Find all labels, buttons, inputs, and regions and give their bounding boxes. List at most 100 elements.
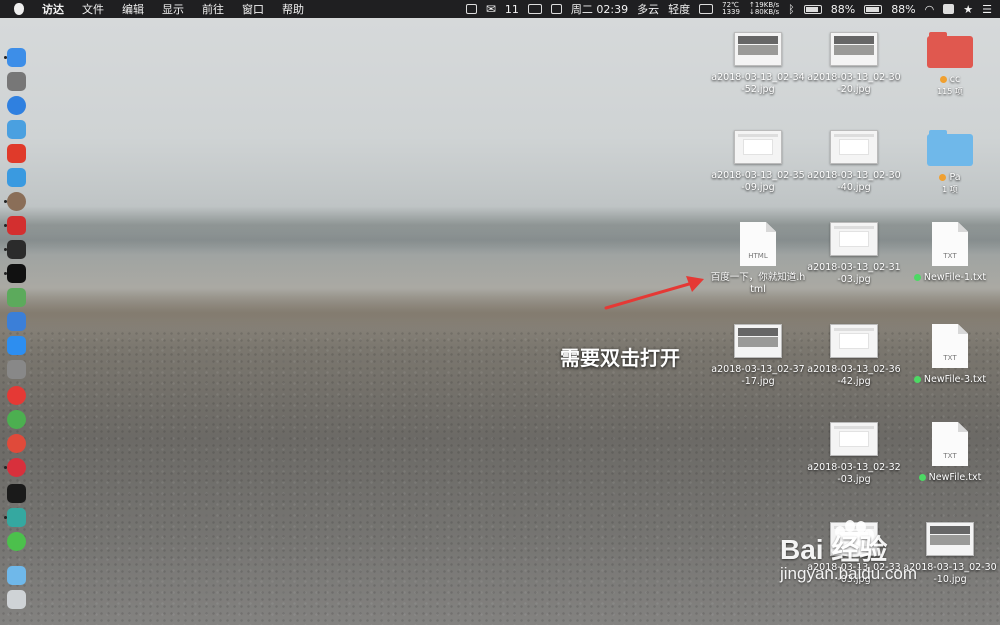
trash-icon[interactable] <box>7 590 26 609</box>
siri-icon[interactable] <box>7 312 26 331</box>
desktop-file-item[interactable]: a2018-03-13_02-30-40.jpg <box>806 130 902 194</box>
notification-center-icon[interactable]: ☰ <box>982 3 992 16</box>
weibo-icon[interactable] <box>7 434 26 453</box>
desktop-file-item[interactable]: TXT NewFile-1.txt <box>902 222 998 284</box>
activity-monitor-icon[interactable] <box>7 240 26 259</box>
clock[interactable]: 周二 02:39 <box>571 1 628 17</box>
image-thumbnail-icon <box>734 130 782 164</box>
display-icon[interactable] <box>527 4 542 14</box>
maps-icon[interactable] <box>7 288 26 307</box>
terminal-icon[interactable] <box>7 264 26 283</box>
desktop-file-item[interactable]: TXT NewFile.txt <box>902 422 998 484</box>
desktop-file-item[interactable]: a2018-03-13_02-36-42.jpg <box>806 324 902 388</box>
sensor-readout[interactable]: 72℃ 1339 <box>722 2 740 16</box>
wechat-icon[interactable] <box>7 532 26 551</box>
apple-menu-icon[interactable] <box>14 3 24 15</box>
air-quality[interactable]: 轻度 <box>668 1 690 17</box>
image-thumbnail-icon <box>830 222 878 256</box>
desktop-file-item[interactable]: a2018-03-13_02-34-52.jpg <box>710 32 806 96</box>
file-name-text: a2018-03-13_02-30-40.jpg <box>807 170 901 193</box>
bookmark-icon[interactable] <box>465 4 477 14</box>
menu-help[interactable]: 帮助 <box>282 1 304 17</box>
desktop-file-item[interactable]: a2018-03-13_02-35-09.jpg <box>710 130 806 194</box>
app-red-icon[interactable] <box>7 144 26 163</box>
file-name-text: a2018-03-13_02-36-42.jpg <box>807 364 901 387</box>
vivaldi-icon[interactable] <box>7 458 26 477</box>
app-menu[interactable]: 访达 <box>42 1 64 17</box>
wifi-icon[interactable]: ◠ <box>925 3 935 16</box>
desktop-file-item[interactable]: a2018-03-13_02-37-17.jpg <box>710 324 806 388</box>
menu-file[interactable]: 文件 <box>82 1 104 17</box>
file-extension: TXT <box>943 252 957 260</box>
migration-icon[interactable] <box>7 168 26 187</box>
file-name: a2018-03-13_02-35-09.jpg <box>710 170 806 194</box>
battery-icon[interactable] <box>803 4 822 14</box>
file-extension: TXT <box>943 354 957 362</box>
desktop-file-item[interactable]: a2018-03-13_02-30-20.jpg <box>806 32 902 96</box>
file-name: a2018-03-13_02-30-20.jpg <box>806 72 902 96</box>
net-down: ↓80KB/s <box>748 8 780 16</box>
file-name-text: a2018-03-13_02-32-03.jpg <box>807 462 901 485</box>
image-thumbnail-icon <box>830 324 878 358</box>
watermark-logo: Bai 经验 <box>780 534 888 565</box>
color-tag-icon <box>939 76 947 83</box>
folder-icon <box>927 130 973 166</box>
file-name: a2018-03-13_02-30-40.jpg <box>806 170 902 194</box>
file-name: Pa <box>902 172 998 184</box>
network-readout[interactable]: ↑19KB/s ↓80KB/s <box>749 2 779 16</box>
file-name: cc <box>902 74 998 86</box>
app-teal-icon[interactable] <box>7 508 26 527</box>
file-name-text: 百度一下，你就知道.html <box>710 272 806 295</box>
app-store-icon[interactable] <box>7 336 26 355</box>
baidu-watermark: Bai 经验 jingyan.baidu.com <box>780 528 980 584</box>
netease-music-icon[interactable] <box>7 216 26 235</box>
launchpad-icon[interactable] <box>7 72 26 91</box>
bluetooth-icon[interactable]: ᛒ <box>788 3 795 16</box>
wechat-count: 11 <box>504 2 519 16</box>
desktop-file-item[interactable]: TXT NewFile-3.txt <box>902 324 998 386</box>
desktop-file-item[interactable]: a2018-03-13_02-31-03.jpg <box>806 222 902 286</box>
file-name-text: a2018-03-13_02-37-17.jpg <box>711 364 805 387</box>
running-indicator <box>4 466 7 469</box>
safari-icon[interactable] <box>7 96 26 115</box>
file-name-text: Pa <box>949 172 961 183</box>
running-indicator <box>4 56 7 59</box>
system-prefs-icon[interactable] <box>7 360 26 379</box>
file-name: 百度一下，你就知道.html <box>710 272 806 296</box>
menu-go[interactable]: 前往 <box>202 1 224 17</box>
desktop-file-item[interactable]: cc 115 项 <box>902 32 998 97</box>
running-indicator <box>4 224 7 227</box>
menu-edit[interactable]: 编辑 <box>122 1 144 17</box>
watermark-url: jingyan.baidu.com <box>780 564 918 583</box>
file-extension: HTML <box>748 252 768 260</box>
star-icon[interactable]: ★ <box>963 3 973 16</box>
color-tag-icon <box>939 174 947 181</box>
chrome-icon[interactable] <box>7 410 26 429</box>
basketball-icon[interactable] <box>7 192 26 211</box>
iterm-icon[interactable] <box>7 484 26 503</box>
preview-icon[interactable] <box>7 120 26 139</box>
desktop-file-item[interactable]: Pa 1 项 <box>902 130 998 195</box>
menu-window[interactable]: 窗口 <box>242 1 264 17</box>
yandex-icon[interactable] <box>7 386 26 405</box>
finder-icon[interactable] <box>7 48 26 67</box>
window-grid-icon[interactable] <box>550 4 562 14</box>
file-name-text: NewFile-3.txt <box>923 374 987 385</box>
file-name-text: cc <box>949 74 961 85</box>
app-s-icon[interactable] <box>943 4 955 14</box>
file-name: a2018-03-13_02-36-42.jpg <box>806 364 902 388</box>
running-indicator <box>4 272 7 275</box>
menu-view[interactable]: 显示 <box>162 1 184 17</box>
file-name-text: NewFile-1.txt <box>923 272 987 283</box>
wechat-status-icon[interactable]: ✉ <box>486 2 496 16</box>
downloads-folder-icon[interactable] <box>7 566 26 585</box>
keyboard-icon[interactable] <box>699 4 714 14</box>
weather[interactable]: 多云 <box>637 1 659 17</box>
file-name: NewFile-3.txt <box>902 374 998 386</box>
battery-icon-2[interactable] <box>864 4 883 14</box>
image-thumbnail-icon <box>830 422 878 456</box>
desktop-file-item[interactable]: a2018-03-13_02-32-03.jpg <box>806 422 902 486</box>
annotation-arrow <box>604 276 704 310</box>
file-name-text: a2018-03-13_02-31-03.jpg <box>807 262 901 285</box>
desktop-file-item[interactable]: HTML 百度一下，你就知道.html <box>710 222 806 296</box>
